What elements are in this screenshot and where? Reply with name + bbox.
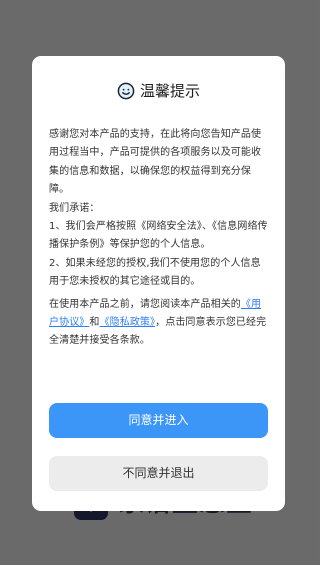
agree-button[interactable]: 同意并进入 — [49, 403, 268, 438]
smiley-icon — [117, 82, 135, 100]
dialog-header: 温馨提示 — [49, 56, 268, 126]
privacy-notice-dialog: 温馨提示 感谢您对本产品的支持，在此将向您告知产品使用过程当中，产品可提供的各项… — [32, 56, 285, 511]
dialog-body: 感谢您对本产品的支持，在此将向您告知产品使用过程当中，产品可提供的各项服务以及可… — [49, 126, 268, 351]
privacy-policy-link[interactable]: 《隐私政策》 — [100, 317, 156, 328]
promise-heading: 我们承诺： — [49, 202, 100, 214]
intro-paragraph: 感谢您对本产品的支持，在此将向您告知产品使用过程当中，产品可提供的各项服务以及可… — [49, 129, 262, 196]
closing-prefix: 在使用本产品之前，请您阅读本产品相关的 — [49, 298, 241, 310]
dialog-title: 温馨提示 — [139, 82, 200, 100]
and-text: 和 — [89, 317, 100, 329]
disagree-button[interactable]: 不同意并退出 — [49, 456, 268, 491]
promise-item-2: 2、如果未经您的授权,我们不使用您的个人信息用于您未授权的其它途径或目的。 — [49, 257, 261, 288]
promise-item-1: 1、我们会严格按照《网络安全法》、《信息网络传播保护条例》等保护您的个人信息。 — [49, 221, 268, 251]
closing-paragraph: 在使用本产品之前，请您阅读本产品相关的《用户协议》和《隐私政策》，点击同意表示您… — [49, 296, 268, 351]
